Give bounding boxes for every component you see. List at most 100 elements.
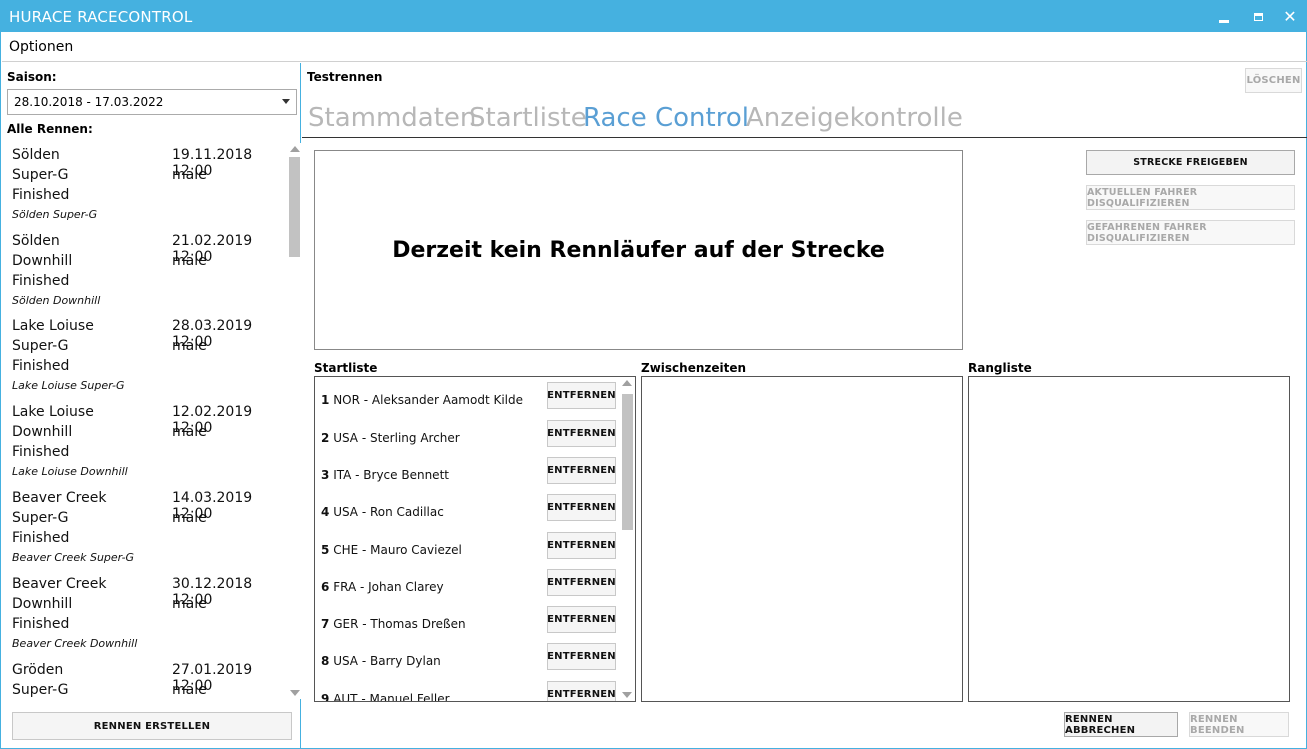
maximize-button[interactable] bbox=[1241, 1, 1275, 32]
scrollbar-thumb[interactable] bbox=[622, 394, 633, 530]
race-list-scrollbar[interactable] bbox=[288, 143, 301, 699]
season-select-value: 28.10.2018 - 17.03.2022 bbox=[14, 95, 164, 109]
minimize-button[interactable] bbox=[1207, 1, 1241, 32]
remove-button[interactable]: ENTFERNEN bbox=[547, 494, 616, 521]
race-list-item[interactable]: Beaver Creek Super-G Finished Beaver Cre… bbox=[12, 486, 288, 572]
ranking-panel bbox=[968, 376, 1290, 702]
app-window: HURACE RACECONTROL ✕ Optionen Saison: 28… bbox=[0, 0, 1307, 749]
scroll-up-icon[interactable] bbox=[622, 380, 632, 386]
race-status: Finished bbox=[12, 273, 70, 289]
race-list: Sölden Super-G Finished Sölden Super-G 1… bbox=[2, 143, 288, 699]
start-position: 6 bbox=[321, 580, 330, 594]
race-gender: male bbox=[172, 510, 207, 526]
scroll-up-icon[interactable] bbox=[290, 146, 300, 152]
race-discipline: Super-G bbox=[12, 167, 69, 183]
race-list-item[interactable]: Beaver Creek Downhill Finished Beaver Cr… bbox=[12, 572, 288, 658]
startlist-row: 2 USA - Sterling Archer ENTFERNEN bbox=[321, 420, 621, 457]
race-status: Finished bbox=[12, 530, 70, 546]
ranking-label: Rangliste bbox=[968, 361, 1032, 375]
race-detail: Testrennen LÖSCHEN Stammdaten Startliste… bbox=[302, 63, 1307, 749]
race-gender: male bbox=[172, 167, 207, 183]
race-status: Finished bbox=[12, 358, 70, 374]
season-label: Saison: bbox=[7, 70, 57, 84]
race-location: Beaver Creek bbox=[12, 576, 107, 592]
startlist-row: 7 GER - Thomas Dreßen ENTFERNEN bbox=[321, 606, 621, 643]
scrollbar-thumb[interactable] bbox=[289, 157, 300, 257]
end-race-button[interactable]: RENNEN BEENDEN bbox=[1189, 712, 1289, 737]
startlist-entry: 2 USA - Sterling Archer bbox=[321, 431, 460, 445]
startlist-row: 4 USA - Ron Cadillac ENTFERNEN bbox=[321, 494, 621, 531]
start-athlete: FRA - Johan Clarey bbox=[333, 580, 444, 594]
chevron-down-icon bbox=[282, 99, 290, 104]
start-athlete: CHE - Mauro Caviezel bbox=[333, 543, 462, 557]
startlist-scrollbar[interactable] bbox=[620, 377, 634, 701]
start-athlete: USA - Barry Dylan bbox=[333, 654, 441, 668]
tab-anzeigekontrolle[interactable]: Anzeigekontrolle bbox=[746, 103, 963, 133]
start-position: 1 bbox=[321, 393, 330, 407]
startlist-row: 5 CHE - Mauro Caviezel ENTFERNEN bbox=[321, 532, 621, 569]
remove-button[interactable]: ENTFERNEN bbox=[547, 382, 616, 409]
disqualify-current-button[interactable]: AKTUELLEN FAHRER DISQUALIFIZIEREN bbox=[1086, 185, 1295, 210]
scroll-down-icon[interactable] bbox=[622, 692, 632, 698]
race-list-item[interactable]: Gröden Super-G 27.01.2019 12:00 male bbox=[12, 658, 288, 699]
race-name: Beaver Creek Super-G bbox=[12, 551, 135, 564]
close-button[interactable]: ✕ bbox=[1273, 1, 1307, 32]
startlist-entry: 4 USA - Ron Cadillac bbox=[321, 505, 444, 519]
splits-label: Zwischenzeiten bbox=[641, 361, 747, 375]
race-sidebar: Saison: 28.10.2018 - 17.03.2022 Alle Ren… bbox=[2, 63, 301, 749]
start-position: 9 bbox=[321, 692, 330, 702]
race-discipline: Downhill bbox=[12, 596, 73, 612]
startlist-entry: 7 GER - Thomas Dreßen bbox=[321, 617, 466, 631]
season-select[interactable]: 28.10.2018 - 17.03.2022 bbox=[7, 89, 297, 115]
disqualify-finished-button[interactable]: GEFAHRENEN FAHRER DISQUALIFIZIEREN bbox=[1086, 220, 1295, 245]
delete-button[interactable]: LÖSCHEN bbox=[1245, 68, 1302, 93]
current-skier-message: Derzeit kein Rennläufer auf der Strecke bbox=[392, 237, 885, 263]
start-athlete: USA - Sterling Archer bbox=[333, 431, 460, 445]
tab-race-control[interactable]: Race Control bbox=[583, 103, 749, 133]
scroll-down-icon[interactable] bbox=[290, 690, 300, 696]
remove-button[interactable]: ENTFERNEN bbox=[547, 532, 616, 559]
menu-bar: Optionen bbox=[2, 32, 1307, 62]
abort-race-button[interactable]: RENNEN ABBRECHEN bbox=[1064, 712, 1178, 737]
tab-startliste[interactable]: Startliste bbox=[469, 103, 587, 133]
startlist-row: 9 AUT - Manuel Feller ENTFERNEN bbox=[321, 681, 621, 702]
startlist-row: 6 FRA - Johan Clarey ENTFERNEN bbox=[321, 569, 621, 606]
remove-button[interactable]: ENTFERNEN bbox=[547, 457, 616, 484]
race-location: Gröden bbox=[12, 662, 64, 678]
race-discipline: Super-G bbox=[12, 338, 69, 354]
menu-options[interactable]: Optionen bbox=[9, 39, 73, 55]
remove-button[interactable]: ENTFERNEN bbox=[547, 420, 616, 447]
race-list-item[interactable]: Lake Loiuse Downhill Finished Lake Loius… bbox=[12, 400, 288, 486]
race-list-item[interactable]: Sölden Downhill Finished Sölden Downhill… bbox=[12, 229, 288, 315]
race-gender: male bbox=[172, 424, 207, 440]
create-race-button[interactable]: RENNEN ERSTELLEN bbox=[12, 712, 292, 740]
start-athlete: ITA - Bryce Bennett bbox=[333, 468, 449, 482]
remove-button[interactable]: ENTFERNEN bbox=[547, 606, 616, 633]
race-discipline: Downhill bbox=[12, 253, 73, 269]
remove-button[interactable]: ENTFERNEN bbox=[547, 569, 616, 596]
race-location: Beaver Creek bbox=[12, 490, 107, 506]
race-gender: male bbox=[172, 253, 207, 269]
startlist-entry: 8 USA - Barry Dylan bbox=[321, 654, 441, 668]
tab-stammdaten[interactable]: Stammdaten bbox=[308, 103, 476, 133]
window-title: HURACE RACECONTROL bbox=[9, 8, 193, 26]
race-list-item[interactable]: Lake Loiuse Super-G Finished Lake Loiuse… bbox=[12, 314, 288, 400]
startlist-entry: 9 AUT - Manuel Feller bbox=[321, 692, 450, 702]
race-location: Lake Loiuse bbox=[12, 318, 94, 334]
startlist-panel: 1 NOR - Aleksander Aamodt Kilde ENTFERNE… bbox=[314, 376, 636, 702]
start-position: 2 bbox=[321, 431, 330, 445]
remove-button[interactable]: ENTFERNEN bbox=[547, 681, 616, 701]
race-list-item[interactable]: Sölden Super-G Finished Sölden Super-G 1… bbox=[12, 143, 288, 229]
startlist-entry: 3 ITA - Bryce Bennett bbox=[321, 468, 449, 482]
all-races-label: Alle Rennen: bbox=[7, 122, 93, 136]
race-gender: male bbox=[172, 682, 207, 698]
startlist-row: 3 ITA - Bryce Bennett ENTFERNEN bbox=[321, 457, 621, 494]
race-name: Sölden Super-G bbox=[12, 208, 98, 221]
title-bar: HURACE RACECONTROL ✕ bbox=[1, 1, 1307, 32]
remove-button[interactable]: ENTFERNEN bbox=[547, 643, 616, 670]
start-athlete: USA - Ron Cadillac bbox=[333, 505, 444, 519]
startlist-row: 1 NOR - Aleksander Aamodt Kilde ENTFERNE… bbox=[321, 382, 621, 419]
release-track-button[interactable]: STRECKE FREIGEBEN bbox=[1086, 150, 1295, 175]
race-location: Lake Loiuse bbox=[12, 404, 94, 420]
start-athlete: GER - Thomas Dreßen bbox=[333, 617, 466, 631]
